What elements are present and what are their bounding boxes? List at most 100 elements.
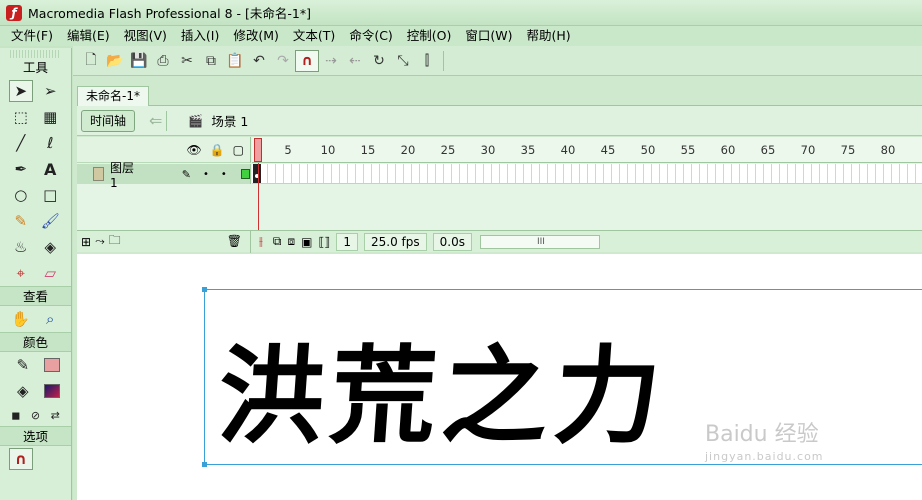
line-tool-icon[interactable]: ╱ bbox=[9, 132, 33, 154]
timeline-toggle-button[interactable]: 时间轴 bbox=[81, 109, 136, 132]
playhead-line bbox=[258, 163, 259, 231]
eraser-icon[interactable]: ▱ bbox=[38, 262, 62, 284]
redo-icon[interactable]: ↷ bbox=[271, 50, 295, 72]
menu-edit[interactable]: 编辑(E) bbox=[60, 26, 117, 46]
zoom-tool-icon[interactable]: ⌕ bbox=[38, 308, 62, 330]
fill-transform-icon[interactable]: ▦ bbox=[38, 106, 62, 128]
eye-icon[interactable]: 👁 bbox=[186, 143, 201, 157]
resize-handle-bottom-left[interactable] bbox=[202, 462, 207, 467]
straighten-icon[interactable]: ⇠ bbox=[343, 50, 367, 72]
menu-insert[interactable]: 插入(I) bbox=[174, 26, 226, 46]
swap-colors-icon[interactable]: ⇄ bbox=[45, 404, 65, 426]
frames-row[interactable] bbox=[252, 164, 922, 184]
menu-modify[interactable]: 修改(M) bbox=[226, 26, 286, 46]
menu-window[interactable]: 窗口(W) bbox=[458, 26, 519, 46]
tool-row-8: ⌖ ▱ bbox=[0, 260, 71, 286]
pencil-tool-icon[interactable]: ✎ bbox=[9, 210, 33, 232]
fill-color-swatch[interactable] bbox=[44, 384, 61, 398]
add-layer-icon[interactable]: ⊞ bbox=[81, 235, 91, 249]
undo-icon[interactable]: ↶ bbox=[247, 50, 271, 72]
smooth-icon[interactable]: ⇢ bbox=[319, 50, 343, 72]
ruler-tick-60: 60 bbox=[720, 143, 736, 157]
paste-icon[interactable]: 📋 bbox=[223, 50, 247, 72]
lasso-tool-icon[interactable]: ℓ bbox=[38, 132, 62, 154]
stage-text[interactable]: 洪荒之力 bbox=[214, 310, 673, 464]
no-color-icon[interactable]: ⊘ bbox=[26, 404, 46, 426]
modify-onion-markers-icon[interactable]: ⟦⟧ bbox=[318, 235, 330, 249]
rectangle-tool-icon[interactable]: □ bbox=[38, 184, 62, 206]
options-section-title: 选项 bbox=[0, 426, 71, 446]
new-file-icon[interactable]: 🗋 bbox=[79, 50, 103, 72]
edit-multiple-frames-icon[interactable]: ▣ bbox=[301, 235, 312, 249]
document-tab[interactable]: 未命名-1* bbox=[77, 86, 149, 106]
ruler-tick-40: 40 bbox=[560, 143, 576, 157]
layer-name[interactable]: 图层 1 bbox=[110, 159, 142, 190]
oval-tool-icon[interactable]: ○ bbox=[9, 184, 33, 206]
brush-tool-icon[interactable]: 🖌 bbox=[38, 210, 62, 232]
delete-layer-icon[interactable]: 🗑 bbox=[227, 234, 242, 248]
onion-skin-icon[interactable]: ⧉ bbox=[273, 234, 282, 249]
frame-rate-field[interactable]: 25.0 fps bbox=[363, 232, 427, 251]
print-icon[interactable]: ⎙ bbox=[151, 50, 175, 72]
scene-label: 场景 1 bbox=[211, 114, 249, 129]
scroll-thumb[interactable]: III bbox=[481, 236, 601, 248]
lock-dot-icon[interactable]: • bbox=[221, 169, 227, 180]
menu-help[interactable]: 帮助(H) bbox=[520, 26, 578, 46]
layer-row[interactable]: 图层 1 ✎ • • bbox=[77, 161, 251, 190]
black-white-icon[interactable]: ◼ bbox=[6, 404, 26, 426]
paint-bucket-icon[interactable]: ◈ bbox=[38, 236, 62, 258]
stage[interactable]: 洪荒之力 Baidu 经验 jingyan.baidu.com bbox=[77, 254, 922, 500]
rotate-icon[interactable]: ↻ bbox=[367, 50, 391, 72]
center-frame-icon[interactable]: ⫲ bbox=[259, 234, 263, 249]
lock-icon[interactable]: 🔒 bbox=[210, 143, 225, 157]
open-file-icon[interactable]: 📂 bbox=[103, 50, 127, 72]
resize-handle-top-left[interactable] bbox=[202, 287, 207, 292]
copy-icon[interactable]: ⧉ bbox=[199, 50, 223, 72]
snap-to-objects-icon[interactable]: ∩ bbox=[295, 49, 319, 72]
subselection-arrow-icon[interactable]: ➢ bbox=[38, 80, 62, 102]
back-arrow-icon[interactable]: ⇐ bbox=[149, 111, 162, 130]
layer-controls: ⊞ ⤳ 🗀 🗑 bbox=[77, 230, 251, 253]
menu-text[interactable]: 文本(T) bbox=[286, 26, 342, 46]
options-row: ∩ bbox=[0, 446, 71, 472]
cut-icon[interactable]: ✂ bbox=[175, 50, 199, 72]
panel-grip[interactable] bbox=[10, 50, 61, 58]
tool-row-4: ✒ A bbox=[0, 156, 71, 182]
eyedropper-icon[interactable]: ⌖ bbox=[9, 262, 33, 284]
snap-magnet-icon[interactable]: ∩ bbox=[8, 448, 33, 470]
selection-arrow-icon[interactable]: ➤ bbox=[8, 80, 33, 102]
pen-tool-icon[interactable]: ✒ bbox=[9, 158, 33, 180]
align-icon[interactable]: ⫿ bbox=[415, 50, 439, 72]
scale-icon[interactable]: ⤡ bbox=[391, 50, 415, 72]
save-icon[interactable]: 💾 bbox=[127, 50, 151, 72]
menu-file[interactable]: 文件(F) bbox=[4, 26, 60, 46]
layer-header: 👁 🔒 ▢ bbox=[77, 137, 251, 163]
current-frame-field: 1 bbox=[336, 232, 358, 251]
tool-row-1: ➤ ➢ bbox=[0, 78, 71, 104]
main-toolbar: 🗋 📂 💾 ⎙ ✂ ⧉ 📋 ↶ ↷ ∩ ⇢ ⇠ ↻ ⤡ ⫿ bbox=[73, 46, 922, 76]
frame-ruler[interactable]: 5 10 15 20 25 30 35 40 45 50 55 60 65 70… bbox=[252, 137, 922, 163]
menu-commands[interactable]: 命令(C) bbox=[342, 26, 399, 46]
playhead[interactable] bbox=[254, 138, 262, 162]
visibility-dot-icon[interactable]: • bbox=[203, 169, 209, 180]
stroke-color-swatch[interactable] bbox=[44, 358, 61, 372]
add-motion-guide-icon[interactable]: ⤳ bbox=[95, 234, 105, 249]
ruler-tick-70: 70 bbox=[800, 143, 816, 157]
scene-bar: 时间轴 ⇐ 🎬 场景 1 bbox=[77, 106, 922, 136]
menu-bar: 文件(F) 编辑(E) 视图(V) 插入(I) 修改(M) 文本(T) 命令(C… bbox=[0, 26, 922, 46]
onion-skin-outlines-icon[interactable]: ⧈ bbox=[287, 234, 295, 249]
ink-bottle-icon[interactable]: ♨ bbox=[9, 236, 33, 258]
timeline-scrollbar[interactable]: III bbox=[479, 234, 601, 249]
hand-tool-icon[interactable]: ✋ bbox=[9, 308, 33, 330]
ruler-tick-25: 25 bbox=[440, 143, 456, 157]
outline-icon[interactable]: ▢ bbox=[233, 143, 244, 157]
menu-view[interactable]: 视图(V) bbox=[117, 26, 174, 46]
add-layer-folder-icon[interactable]: 🗀 bbox=[109, 231, 121, 252]
ruler-tick-15: 15 bbox=[360, 143, 376, 157]
free-transform-icon[interactable]: ⬚ bbox=[9, 106, 33, 128]
menu-control[interactable]: 控制(O) bbox=[400, 26, 459, 46]
outline-color-box[interactable] bbox=[240, 169, 250, 179]
text-tool-icon[interactable]: A bbox=[38, 158, 62, 180]
keyframe-1[interactable] bbox=[253, 164, 261, 183]
ruler-tick-50: 50 bbox=[640, 143, 656, 157]
